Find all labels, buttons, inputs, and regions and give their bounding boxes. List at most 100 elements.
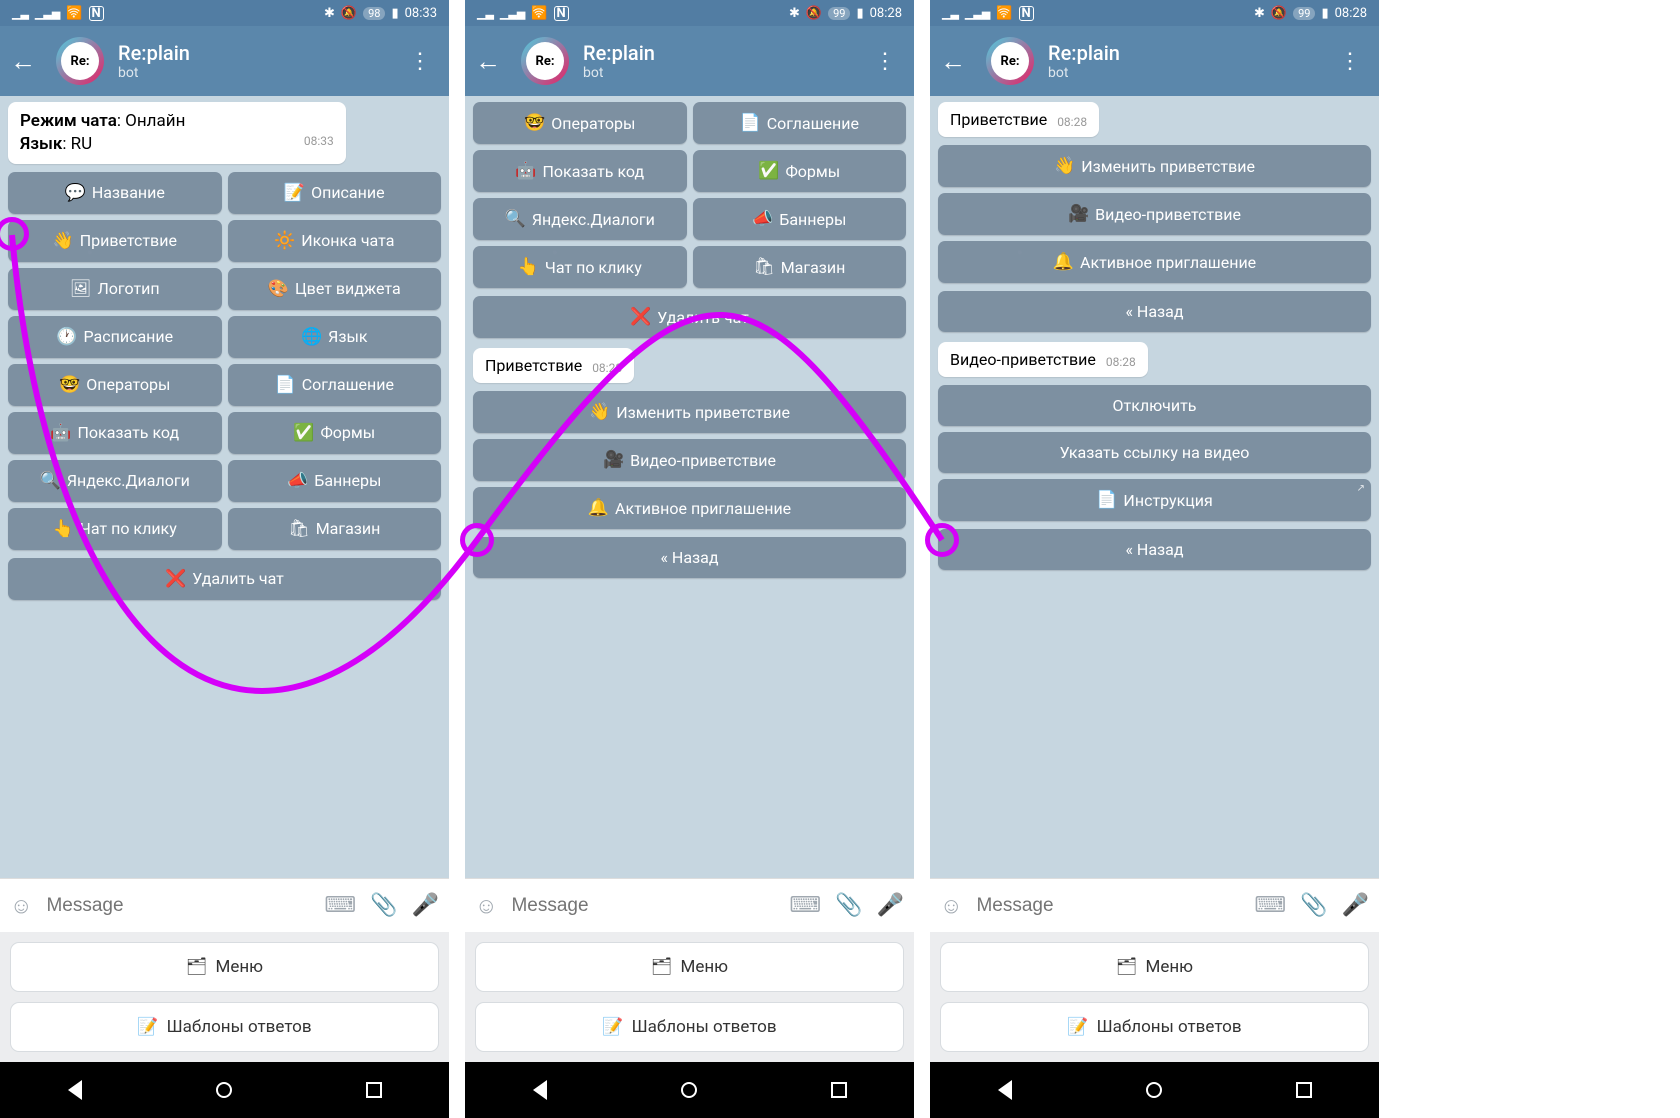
chat-area[interactable]: Режим чата: Онлайн Язык: RU08:33 💬Назван… bbox=[0, 96, 449, 878]
mute-icon: 🔕 bbox=[806, 6, 822, 21]
phone-screen-3: ▁▃▁▃▅🛜N ✱🔕99▮08:28 ← Re: Re:plainbot ⋮ П… bbox=[930, 0, 1379, 1118]
inline-button[interactable]: 🔔Активное приглашение bbox=[938, 241, 1371, 283]
nav-home-icon[interactable] bbox=[675, 1076, 703, 1104]
more-icon[interactable]: ⋮ bbox=[1331, 49, 1369, 74]
nav-recent-icon[interactable] bbox=[1290, 1076, 1318, 1104]
sticker-icon[interactable]: ☺ bbox=[10, 893, 32, 919]
inline-button[interactable]: 🤓Операторы bbox=[8, 364, 222, 406]
inline-button[interactable]: 💬Название bbox=[8, 172, 222, 214]
mic-icon[interactable]: 🎤 bbox=[877, 893, 904, 918]
sticker-icon[interactable]: ☺ bbox=[940, 893, 962, 919]
mic-icon[interactable]: 🎤 bbox=[1342, 893, 1369, 918]
more-icon[interactable]: ⋮ bbox=[401, 49, 439, 74]
back-arrow-icon[interactable]: ← bbox=[10, 46, 36, 77]
inline-button[interactable]: 📣Баннеры bbox=[693, 198, 907, 240]
back-arrow-icon[interactable]: ← bbox=[940, 46, 966, 77]
inline-button[interactable]: 🔆Иконка чата bbox=[228, 220, 442, 262]
templates-button[interactable]: 📝Шаблоны ответов bbox=[475, 1002, 904, 1052]
chat-area[interactable]: Приветствие08:28 👋Изменить приветствие🎥В… bbox=[930, 96, 1379, 878]
inline-button[interactable]: 🌐Язык bbox=[228, 316, 442, 358]
templates-button[interactable]: 📝Шаблоны ответов bbox=[940, 1002, 1369, 1052]
inline-button[interactable]: 🛍Магазин bbox=[228, 508, 442, 550]
inline-button[interactable]: 🖼Логотип bbox=[8, 268, 222, 310]
status-bar: ▁▃▁▃▅🛜N ✱🔕99▮08:28 bbox=[930, 0, 1379, 26]
attach-icon[interactable]: 📎 bbox=[835, 893, 862, 918]
chat-title: Re:plain bbox=[1048, 41, 1331, 65]
nav-back-icon[interactable] bbox=[61, 1076, 89, 1104]
inline-button[interactable]: 🎥Видео-приветствие bbox=[473, 439, 906, 481]
signal-icon: ▁▃ bbox=[477, 7, 494, 20]
inline-button[interactable]: 🕐Расписание bbox=[8, 316, 222, 358]
menu-button[interactable]: 🗂Меню bbox=[10, 942, 439, 992]
keyboard-icon[interactable]: ⌨ bbox=[324, 893, 356, 918]
inline-keyboard-2: Отключить Указать ссылку на видео 📄Инструк… bbox=[938, 385, 1371, 521]
battery-level: 99 bbox=[828, 7, 850, 20]
inline-button[interactable]: ✅Формы bbox=[228, 412, 442, 454]
nav-recent-icon[interactable] bbox=[360, 1076, 388, 1104]
inline-button[interactable]: 🤖Показать код bbox=[8, 412, 222, 454]
inline-button[interactable]: 📄Соглашение bbox=[228, 364, 442, 406]
message-bubble: Приветствие08:28 bbox=[473, 348, 634, 383]
inline-button[interactable]: Указать ссылку на видео bbox=[938, 432, 1371, 473]
nav-back-icon[interactable] bbox=[991, 1076, 1019, 1104]
sticker-icon[interactable]: ☺ bbox=[475, 893, 497, 919]
inline-button[interactable]: 🛍Магазин bbox=[693, 246, 907, 288]
chat-subtitle: bot bbox=[118, 65, 401, 81]
keyboard-icon[interactable]: ⌨ bbox=[789, 893, 821, 918]
inline-button[interactable]: 🤖Показать код bbox=[473, 150, 687, 192]
inline-button[interactable]: ✅Формы bbox=[693, 150, 907, 192]
menu-button[interactable]: 🗂Меню bbox=[475, 942, 904, 992]
back-arrow-icon[interactable]: ← bbox=[475, 46, 501, 77]
avatar[interactable]: Re: bbox=[56, 37, 104, 85]
inline-button[interactable]: 📣Баннеры bbox=[228, 460, 442, 502]
inline-button[interactable]: 📄Инструкция↗ bbox=[938, 479, 1371, 521]
inline-button[interactable]: 👋Изменить приветствие bbox=[473, 391, 906, 433]
phone-screen-1: ▁▃ ▁▃▅ 🛜 N ✱ 🔕 98 ▮ 08:33 ← Re: Re:plain… bbox=[0, 0, 449, 1118]
inline-button[interactable]: Отключить bbox=[938, 385, 1371, 426]
templates-button[interactable]: 📝Шаблоны ответов bbox=[10, 1002, 439, 1052]
nav-recent-icon[interactable] bbox=[825, 1076, 853, 1104]
menu-button[interactable]: 🗂Меню bbox=[940, 942, 1369, 992]
mic-icon[interactable]: 🎤 bbox=[412, 893, 439, 918]
inline-button[interactable]: 📄Соглашение bbox=[693, 102, 907, 144]
inline-button[interactable]: 📝Описание bbox=[228, 172, 442, 214]
attach-icon[interactable]: 📎 bbox=[1300, 893, 1327, 918]
signal-icon-2: ▁▃▅ bbox=[500, 7, 525, 20]
inline-button[interactable]: 👆Чат по клику bbox=[8, 508, 222, 550]
battery-icon: ▮ bbox=[1321, 6, 1328, 21]
chat-title: Re:plain bbox=[583, 41, 866, 65]
keyboard-icon[interactable]: ⌨ bbox=[1254, 893, 1286, 918]
inline-button[interactable]: 🎥Видео-приветствие bbox=[938, 193, 1371, 235]
message-input-bar: ☺ ⌨ 📎 🎤 bbox=[465, 878, 914, 932]
chat-title: Re:plain bbox=[118, 41, 401, 65]
delete-chat-button[interactable]: ❌Удалить чат bbox=[473, 296, 906, 338]
message-input-bar: ☺ ⌨ 📎 🎤 bbox=[0, 878, 449, 932]
nav-home-icon[interactable] bbox=[1140, 1076, 1168, 1104]
inline-button[interactable]: 🔍Яндекс.Диалоги bbox=[473, 198, 687, 240]
nav-home-icon[interactable] bbox=[210, 1076, 238, 1104]
inline-button[interactable]: 👋Приветствие bbox=[8, 220, 222, 262]
back-button[interactable]: « Назад bbox=[938, 291, 1371, 332]
inline-button[interactable]: 🔍Яндекс.Диалоги bbox=[8, 460, 222, 502]
message-input[interactable] bbox=[976, 895, 1240, 917]
nav-back-icon[interactable] bbox=[526, 1076, 554, 1104]
inline-button[interactable]: 🤓Операторы bbox=[473, 102, 687, 144]
avatar[interactable]: Re: bbox=[986, 37, 1034, 85]
inline-button[interactable]: 👆Чат по клику bbox=[473, 246, 687, 288]
message-input[interactable] bbox=[511, 895, 775, 917]
avatar[interactable]: Re: bbox=[521, 37, 569, 85]
back-button[interactable]: « Назад bbox=[473, 537, 906, 578]
more-icon[interactable]: ⋮ bbox=[866, 49, 904, 74]
inline-keyboard-top: 🤓Операторы📄Соглашение🤖Показать код✅Формы… bbox=[473, 102, 906, 288]
clock: 08:33 bbox=[405, 6, 437, 21]
inline-button[interactable]: 👋Изменить приветствие bbox=[938, 145, 1371, 187]
chat-area[interactable]: 🤓Операторы📄Соглашение🤖Показать код✅Формы… bbox=[465, 96, 914, 878]
message-input[interactable] bbox=[46, 895, 310, 917]
delete-chat-button[interactable]: ❌Удалить чат bbox=[8, 558, 441, 600]
inline-button[interactable]: 🔔Активное приглашение bbox=[473, 487, 906, 529]
inline-button[interactable]: 🎨Цвет виджета bbox=[228, 268, 442, 310]
back-button-2[interactable]: « Назад bbox=[938, 529, 1371, 570]
chat-subtitle: bot bbox=[583, 65, 866, 81]
signal-icon: ▁▃ bbox=[942, 7, 959, 20]
attach-icon[interactable]: 📎 bbox=[370, 893, 397, 918]
